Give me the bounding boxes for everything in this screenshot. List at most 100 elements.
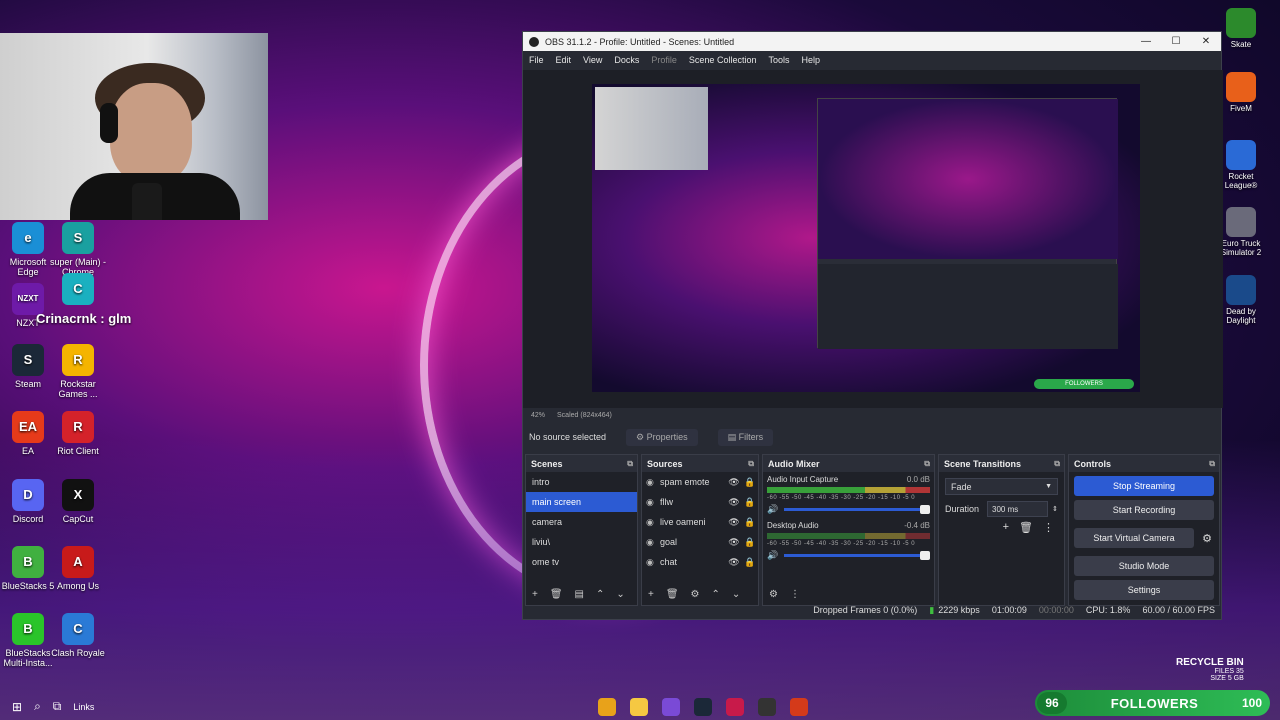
move-down-icon[interactable]: ⌄ — [732, 589, 740, 600]
close-icon[interactable]: ✕ — [1191, 36, 1221, 47]
desktop-icon[interactable]: C Clash Royale — [50, 613, 106, 658]
desktop-icon[interactable]: B BlueStacks Multi-Insta... — [0, 613, 56, 668]
video-taskbar-icon[interactable] — [726, 697, 745, 716]
chrome-taskbar-icon[interactable] — [598, 697, 617, 716]
settings-button[interactable]: Settings — [1074, 580, 1214, 600]
dock-undock-icon[interactable]: ⧉ — [748, 459, 754, 469]
obs-taskbar-icon[interactable] — [758, 697, 777, 716]
menu-edit[interactable]: Edit — [556, 55, 572, 65]
task-view-icon[interactable]: ⧉ — [53, 699, 62, 714]
scene-item[interactable]: ome tv — [526, 552, 637, 572]
filters-button[interactable]: ▤ Filters — [717, 428, 774, 446]
lock-icon[interactable]: 🔒 — [742, 517, 758, 528]
stream-preview[interactable]: FOLLOWERS — [592, 84, 1140, 392]
trash-icon[interactable]: 🗑 — [550, 589, 563, 600]
eye-icon[interactable]: 👁 — [726, 497, 742, 508]
links-toolbar[interactable]: Links — [73, 702, 94, 712]
maximize-icon[interactable]: ☐ — [1161, 36, 1191, 47]
add-icon[interactable]: + — [1003, 521, 1009, 534]
volume-slider[interactable] — [784, 551, 930, 560]
move-up-icon[interactable]: ⌃ — [712, 589, 720, 600]
search-icon[interactable]: ⌕ — [34, 699, 41, 714]
desktop-icon[interactable]: B BlueStacks 5 — [0, 546, 56, 591]
gear-icon[interactable]: ⚙ — [691, 589, 700, 600]
menu-profile[interactable]: Profile — [651, 55, 677, 65]
desktop-icon[interactable]: C — [50, 273, 106, 308]
virtual-camera-button[interactable]: Start Virtual Camera — [1074, 528, 1194, 548]
desktop-icon[interactable]: S Steam — [0, 344, 56, 389]
trash-icon[interactable]: 🗑 — [1019, 521, 1033, 534]
properties-button[interactable]: ⚙ Properties — [626, 428, 698, 446]
speaker-icon[interactable]: 🔊 — [767, 504, 778, 515]
more-icon[interactable]: ⋮ — [790, 589, 800, 600]
volume-slider[interactable] — [784, 505, 930, 514]
desktop-icon[interactable]: Rocket League® — [1217, 140, 1265, 190]
desktop-icon[interactable]: D Discord — [0, 479, 56, 524]
minimize-icon[interactable]: — — [1131, 36, 1161, 47]
start-recording-button[interactable]: Start Recording — [1074, 500, 1214, 520]
app-taskbar-icon[interactable] — [662, 697, 681, 716]
stop-streaming-button[interactable]: Stop Streaming — [1074, 476, 1214, 496]
mixer-settings-icon[interactable]: ⚙ — [769, 589, 778, 600]
desktop-icon-label: FiveM — [1230, 104, 1252, 113]
duration-input[interactable]: 300 ms — [987, 501, 1049, 517]
desktop-icon[interactable]: EA EA — [0, 411, 56, 456]
trash-icon[interactable]: 🗑 — [666, 589, 679, 600]
lock-icon[interactable]: 🔒 — [742, 497, 758, 508]
desktop-icon[interactable]: R Riot Client — [50, 411, 106, 456]
eye-icon[interactable]: 👁 — [726, 517, 742, 528]
more-icon[interactable]: ⋮ — [1043, 521, 1054, 534]
desktop-icon[interactable]: A Among Us — [50, 546, 106, 591]
source-label: fllw — [660, 497, 673, 507]
gear-icon[interactable]: ⚙ — [1199, 532, 1215, 545]
source-item[interactable]: ◉ chat 👁 🔒 — [642, 552, 758, 572]
source-item[interactable]: ◉ fllw 👁 🔒 — [642, 492, 758, 512]
add-icon[interactable]: + — [648, 589, 654, 600]
menu-tools[interactable]: Tools — [768, 55, 789, 65]
speaker-icon[interactable]: 🔊 — [767, 550, 778, 561]
recycle-bin-widget: RECYCLE BIN FILES 35 SIZE 5 GB — [1176, 657, 1244, 682]
filter-icon[interactable]: ▤ — [575, 589, 584, 600]
desktop-icon[interactable]: X CapCut — [50, 479, 106, 524]
menu-file[interactable]: File — [529, 55, 544, 65]
folder-taskbar-icon[interactable] — [630, 697, 649, 716]
source-item[interactable]: ◉ live oameni 👁 🔒 — [642, 512, 758, 532]
desktop-icon[interactable]: e Microsoft Edge — [0, 222, 56, 277]
browser-taskbar-icon[interactable] — [790, 697, 809, 716]
studio-mode-button[interactable]: Studio Mode — [1074, 556, 1214, 576]
scale-info: Scaled (824x464) — [557, 411, 612, 419]
lock-icon[interactable]: 🔒 — [742, 557, 758, 568]
desktop-icon[interactable]: Euro Truck Simulator 2 — [1217, 207, 1265, 257]
scene-item[interactable]: liviu\ — [526, 532, 637, 552]
dock-undock-icon[interactable]: ⧉ — [627, 459, 633, 469]
menu-view[interactable]: View — [583, 55, 602, 65]
spinner-icon[interactable]: ⇕ — [1052, 505, 1058, 513]
menu-scene-collection[interactable]: Scene Collection — [689, 55, 757, 65]
lock-icon[interactable]: 🔒 — [742, 477, 758, 488]
lock-icon[interactable]: 🔒 — [742, 537, 758, 548]
move-down-icon[interactable]: ⌄ — [616, 589, 624, 600]
eye-icon[interactable]: 👁 — [726, 537, 742, 548]
desktop-icon[interactable]: Dead by Daylight — [1217, 275, 1265, 325]
source-item[interactable]: ◉ goal 👁 🔒 — [642, 532, 758, 552]
source-item[interactable]: ◉ spam emote 👁 🔒 — [642, 472, 758, 492]
dock-undock-icon[interactable]: ⧉ — [1209, 459, 1215, 469]
eye-icon[interactable]: 👁 — [726, 477, 742, 488]
move-up-icon[interactable]: ⌃ — [596, 589, 604, 600]
add-icon[interactable]: + — [532, 589, 538, 600]
windows-start-icon[interactable]: ⊞ — [12, 700, 22, 714]
dock-undock-icon[interactable]: ⧉ — [924, 459, 930, 469]
dock-undock-icon[interactable]: ⧉ — [1054, 459, 1060, 469]
transition-select[interactable]: Fade ▼ — [945, 478, 1058, 495]
desktop-icon[interactable]: Ssuper (Main) - Chrome — [50, 222, 106, 277]
desktop-icon[interactable]: R Rockstar Games ... — [50, 344, 106, 399]
scene-item[interactable]: main screen — [526, 492, 637, 512]
desktop-icon[interactable]: FiveM — [1217, 72, 1265, 113]
desktop-icon[interactable]: Skate — [1217, 8, 1265, 49]
scene-item[interactable]: intro — [526, 472, 637, 492]
scene-item[interactable]: camera — [526, 512, 637, 532]
eye-icon[interactable]: 👁 — [726, 557, 742, 568]
menu-docks[interactable]: Docks — [614, 55, 639, 65]
menu-help[interactable]: Help — [801, 55, 820, 65]
steam-taskbar-icon[interactable] — [694, 697, 713, 716]
